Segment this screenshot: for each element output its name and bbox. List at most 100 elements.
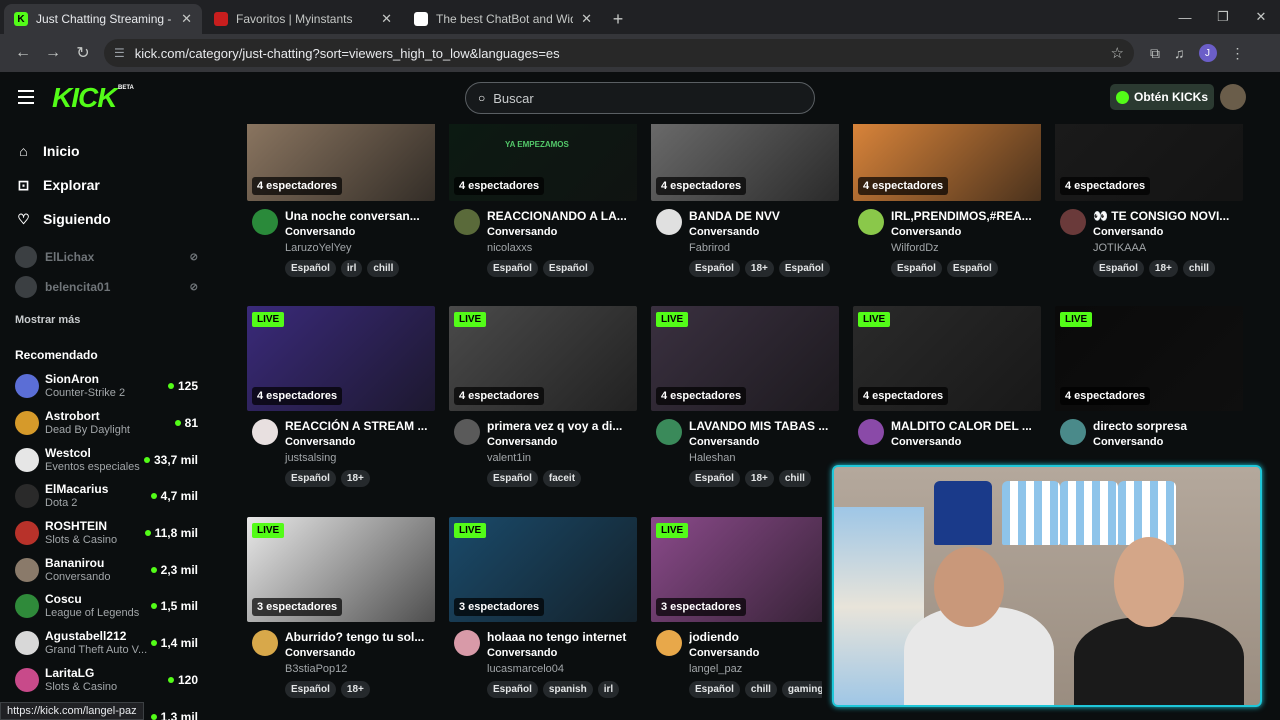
stream-tag[interactable]: chill [367, 260, 400, 277]
browser-tab[interactable]: The best ChatBot and Widgets ✕ [404, 4, 602, 34]
recommended-item[interactable]: Coscu League of Legends 1,5 mil [0, 588, 218, 625]
tab-close-icon[interactable]: ✕ [581, 11, 592, 27]
stream-tag[interactable]: chill [744, 681, 777, 698]
stream-thumbnail[interactable]: LIVE 3 espectadores [651, 517, 839, 622]
streamer-avatar[interactable] [858, 209, 884, 235]
stream-title[interactable]: primera vez q voy a di... [487, 419, 637, 433]
search-input[interactable]: ○ Buscar [465, 82, 815, 114]
following-item[interactable]: belencita01 ⊘ [15, 272, 218, 302]
user-avatar[interactable] [1220, 84, 1246, 110]
stream-title[interactable]: Aburrido? tengo tu sol... [285, 630, 435, 644]
stream-tag[interactable]: Español [487, 260, 538, 277]
stream-tag[interactable]: Español [689, 470, 740, 487]
streamer-avatar[interactable] [656, 209, 682, 235]
stream-title[interactable]: REACCIONANDO A LA... [487, 209, 637, 223]
stream-category[interactable]: Conversando [891, 226, 961, 238]
stream-title[interactable]: LAVANDO MIS TABAS ... [689, 419, 839, 433]
streamer-avatar[interactable] [454, 209, 480, 235]
stream-tag[interactable]: irl [340, 260, 363, 277]
stream-category[interactable]: Conversando [487, 647, 557, 659]
bookmark-star-icon[interactable]: ☆ [1111, 44, 1124, 62]
stream-thumbnail[interactable]: LIVE 3 espectadores [449, 517, 637, 622]
show-more-link[interactable]: Mostrar más [0, 314, 218, 326]
stream-tag[interactable]: Español [946, 260, 998, 277]
hamburger-menu-icon[interactable] [18, 90, 34, 104]
extensions-icon[interactable]: ⧉ [1150, 45, 1160, 62]
browser-tab[interactable]: Favoritos | Myinstants ✕ [204, 4, 402, 34]
streamer-avatar[interactable] [252, 419, 278, 445]
stream-tag[interactable]: Español [1093, 260, 1144, 277]
stream-category[interactable]: Conversando [1093, 436, 1163, 448]
streamer-avatar[interactable] [454, 630, 480, 656]
streamer-name[interactable]: LaruzoYelYey [285, 242, 351, 254]
stream-tag[interactable]: Español [487, 470, 538, 487]
tab-close-icon[interactable]: ✕ [181, 11, 192, 27]
url-bar[interactable]: ☰ kick.com/category/just-chatting?sort=v… [104, 39, 1134, 67]
recommended-item[interactable]: Westcol Eventos especiales 33,7 mil [0, 441, 218, 478]
tab-close-icon[interactable]: ✕ [381, 11, 392, 27]
stream-thumbnail[interactable]: 4 espectadores [853, 124, 1041, 201]
stream-category[interactable]: Conversando [689, 226, 759, 238]
streamer-avatar[interactable] [858, 419, 884, 445]
browser-tab[interactable]: K Just Chatting Streaming - Live S ✕ [4, 4, 202, 34]
streamer-name[interactable]: lucasmarcelo04 [487, 663, 564, 675]
sidebar-item-siguiendo[interactable]: ♡ Siguiendo [16, 202, 218, 236]
stream-tag[interactable]: irl [597, 681, 620, 698]
kick-logo[interactable]: KICK [52, 82, 117, 114]
stream-thumbnail[interactable]: YA EMPEZAMOS 4 espectadores [449, 124, 637, 201]
stream-category[interactable]: Conversando [689, 436, 759, 448]
stream-tag[interactable]: Español [285, 470, 336, 487]
sidebar-item-explorar[interactable]: ⊡ Explorar [16, 168, 218, 202]
stream-category[interactable]: Conversando [487, 436, 557, 448]
stream-tag[interactable]: Español [542, 260, 594, 277]
stream-title[interactable]: 👀 TE CONSIGO NOVI... [1093, 209, 1243, 223]
stream-title[interactable]: IRL,PRENDIMOS,#REA... [891, 209, 1041, 223]
recommended-item[interactable]: Bananirou Conversando 2,3 mil [0, 551, 218, 588]
stream-tag[interactable]: Español [778, 260, 830, 277]
maximize-button[interactable]: ❐ [1204, 0, 1242, 34]
forward-button[interactable]: → [38, 44, 68, 62]
profile-avatar[interactable]: J [1198, 44, 1217, 62]
recommended-item[interactable]: SionAron Counter-Strike 2 125 [0, 368, 218, 405]
streamer-avatar[interactable] [252, 209, 278, 235]
stream-tag[interactable]: Español [487, 681, 538, 698]
stream-thumbnail[interactable]: 4 espectadores [1055, 124, 1243, 201]
stream-tag[interactable]: 18+ [1148, 260, 1178, 277]
reload-button[interactable]: ↻ [68, 43, 98, 63]
recommended-item[interactable]: LaritaLG Slots & Casino 120 [0, 662, 218, 699]
stream-category[interactable]: Conversando [285, 436, 355, 448]
back-button[interactable]: ← [8, 44, 38, 62]
streamer-avatar[interactable] [252, 630, 278, 656]
stream-thumbnail[interactable]: 4 espectadores [651, 124, 839, 201]
stream-thumbnail[interactable]: LIVE 4 espectadores [853, 306, 1041, 411]
recommended-item[interactable]: ElMacarius Dota 2 4,7 mil [0, 478, 218, 515]
streamer-name[interactable]: Fabrirod [689, 242, 730, 254]
stream-title[interactable]: holaaa no tengo internet [487, 630, 637, 644]
new-tab-button[interactable]: + [604, 4, 632, 34]
site-info-icon[interactable]: ☰ [114, 46, 125, 60]
recommended-item[interactable]: ROSHTEIN Slots & Casino 11,8 mil [0, 515, 218, 552]
streamer-name[interactable]: B3stiaPop12 [285, 663, 347, 675]
recommended-item[interactable]: Agustabell212 Grand Theft Auto V... 1,4 mi… [0, 625, 218, 662]
stream-category[interactable]: Conversando [487, 226, 557, 238]
stream-category[interactable]: Conversando [1093, 226, 1163, 238]
stream-category[interactable]: Conversando [285, 647, 355, 659]
stream-tag[interactable]: 18+ [340, 681, 370, 698]
stream-title[interactable]: BANDA DE NVV [689, 209, 839, 223]
streamer-name[interactable]: JOTIKAAA [1093, 242, 1146, 254]
stream-category[interactable]: Conversando [891, 436, 961, 448]
recommended-item[interactable]: Astrobort Dead By Daylight 81 [0, 405, 218, 442]
streamer-name[interactable]: valent1in [487, 452, 531, 464]
streamer-name[interactable]: WilfordDz [891, 242, 939, 254]
streamer-name[interactable]: nicolaxxs [487, 242, 532, 254]
stream-tag[interactable]: 18+ [744, 260, 774, 277]
streamer-name[interactable]: langel_paz [689, 663, 742, 675]
stream-tag[interactable]: 18+ [744, 470, 774, 487]
get-kicks-button[interactable]: Obtén KICKs [1110, 84, 1214, 110]
stream-tag[interactable]: chill [1182, 260, 1215, 277]
stream-category[interactable]: Conversando [285, 226, 355, 238]
stream-title[interactable]: jodiendo [689, 630, 839, 644]
streamer-avatar[interactable] [1060, 419, 1086, 445]
streamer-avatar[interactable] [656, 630, 682, 656]
close-window-button[interactable]: ✕ [1242, 0, 1280, 34]
